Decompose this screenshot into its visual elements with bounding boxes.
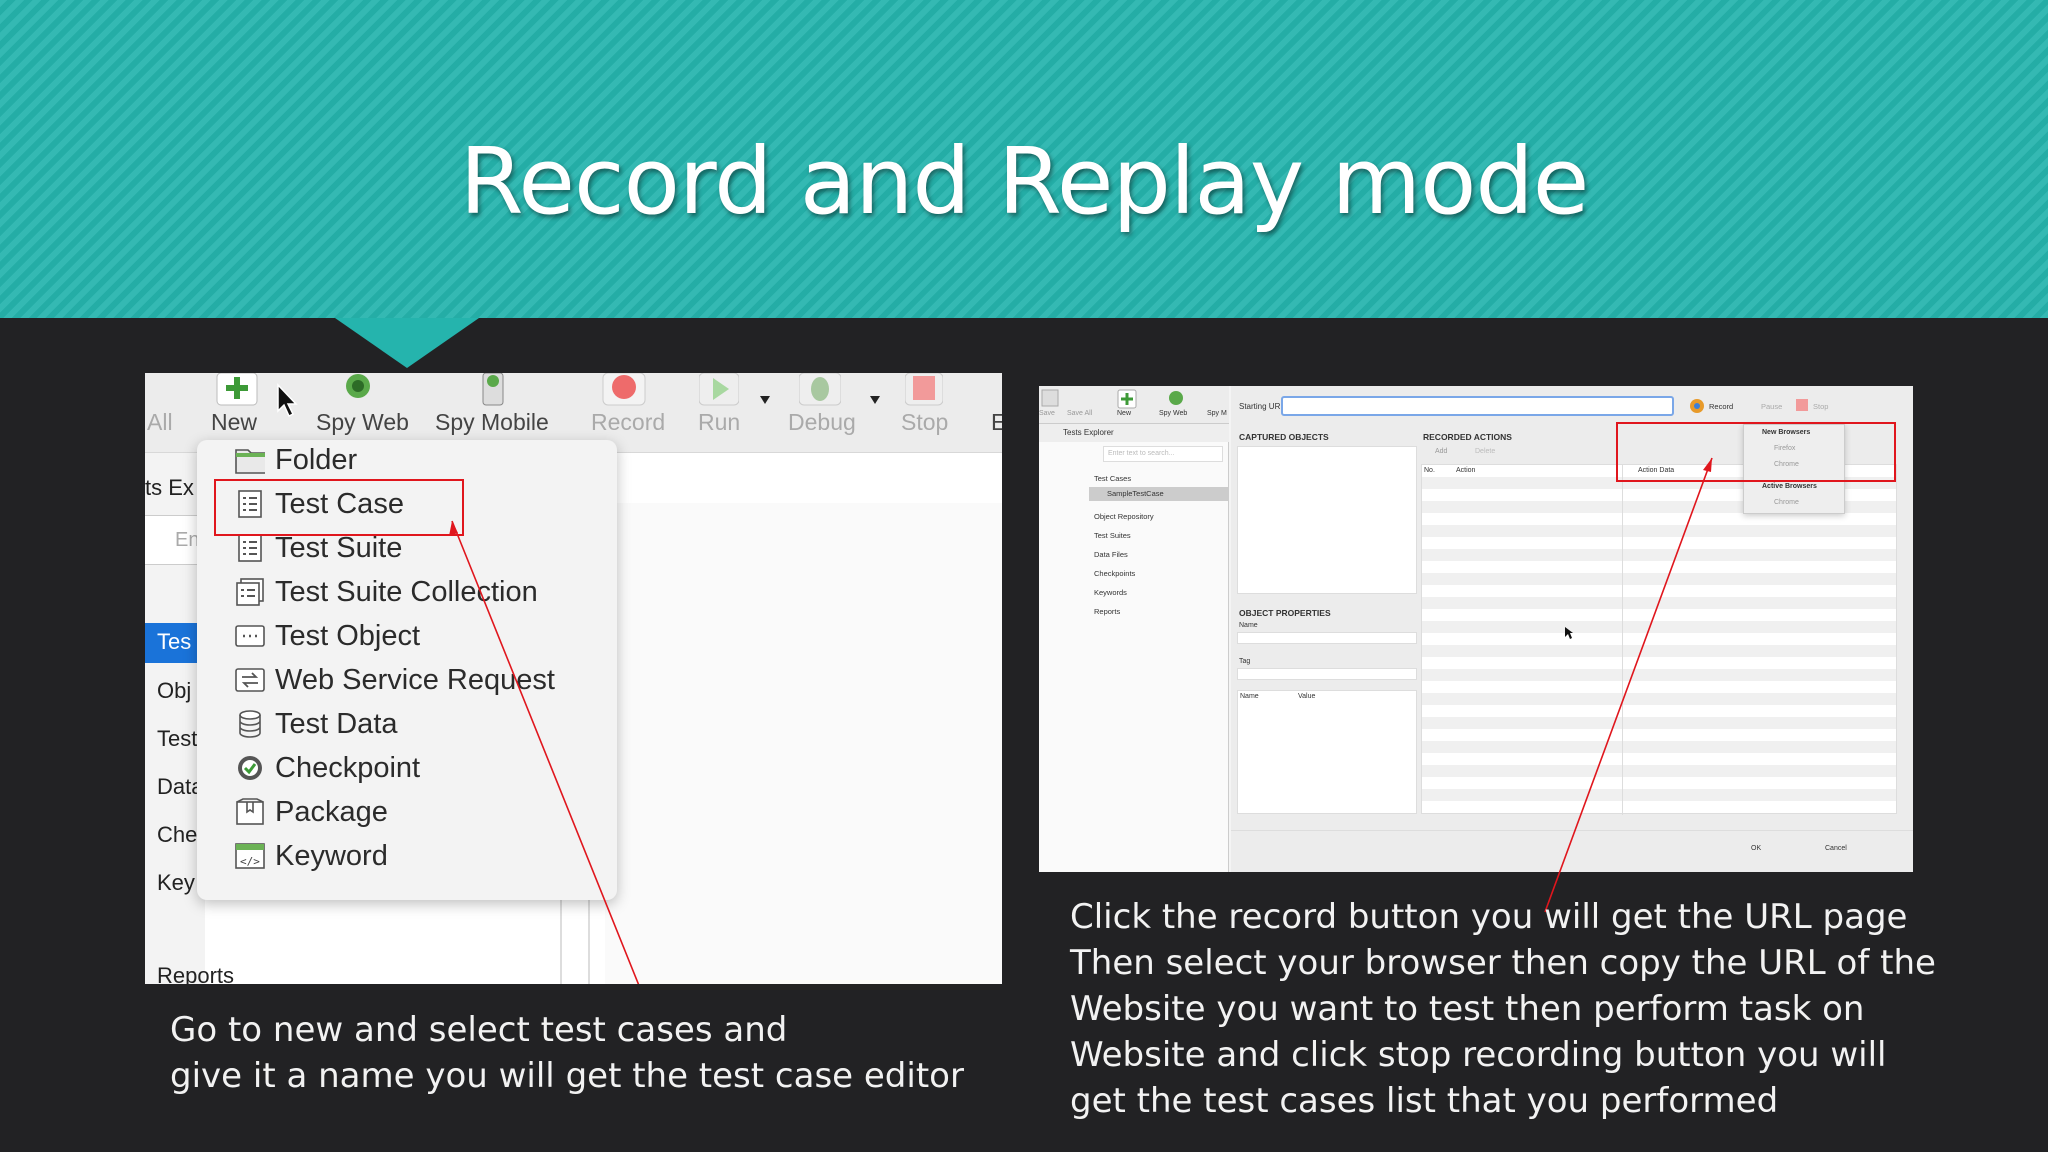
left-caption: Go to new and select test cases and give… [170, 1007, 964, 1099]
right-caption: Click the record button you will get the… [1070, 894, 1936, 1124]
right-caption-line: Website you want to test then perform ta… [1070, 989, 1865, 1029]
right-caption-line: get the test cases list that you perform… [1070, 1081, 1779, 1121]
left-caption-line: give it a name you will get the test cas… [170, 1056, 964, 1096]
right-caption-line: Website and click stop recording button … [1070, 1035, 1887, 1075]
left-caption-line: Go to new and select test cases and [170, 1010, 788, 1050]
right-caption-line: Then select your browser then copy the U… [1070, 943, 1936, 983]
right-caption-line: Click the record button you will get the… [1070, 897, 1908, 937]
